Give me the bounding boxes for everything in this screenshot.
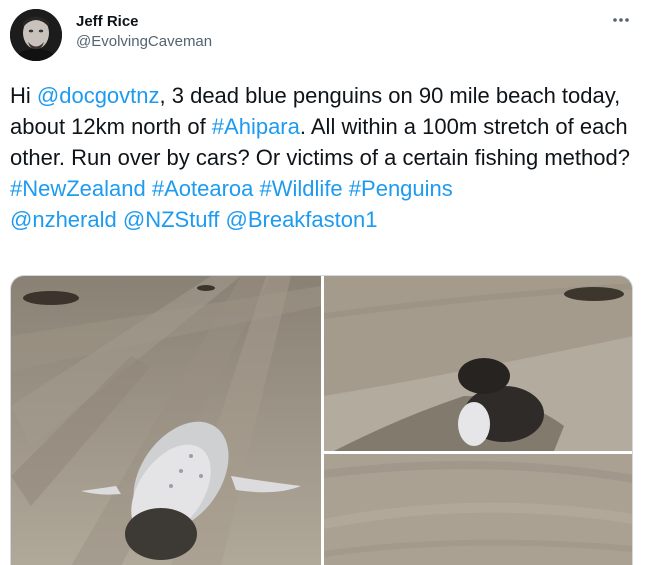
photo-penguin-2[interactable] [324,276,632,451]
tweet-card: Jeff Rice @EvolvingCaveman Hi @docgovtnz… [0,0,647,565]
photo-penguin-1[interactable] [11,276,321,565]
media-grid [10,275,633,565]
mention-link[interactable]: @Breakfaston1 [226,207,378,232]
mention-link[interactable]: @docgovtnz [37,83,160,108]
tweet-text: Hi @docgovtnz, 3 dead blue penguins on 9… [10,80,630,235]
photo-penguin-3[interactable] [324,454,632,565]
author-block[interactable]: Jeff Rice @EvolvingCaveman [76,12,212,52]
more-options-button[interactable] [606,8,636,32]
hashtag-link[interactable]: #Aotearoa [152,176,254,201]
author-handle[interactable]: @EvolvingCaveman [76,32,212,52]
tweet-text-segment: Hi [10,83,37,108]
hashtag-link[interactable]: #Penguins [349,176,453,201]
hashtag-link[interactable]: #Ahipara [212,114,300,139]
author-display-name[interactable]: Jeff Rice [76,12,212,32]
mention-link[interactable]: @nzherald [10,207,117,232]
more-horizontal-icon [613,18,629,22]
hashtag-link[interactable]: #Wildlife [260,176,343,201]
avatar[interactable] [10,9,62,61]
mention-link[interactable]: @NZStuff [123,207,220,232]
hashtag-link[interactable]: #NewZealand [10,176,146,201]
